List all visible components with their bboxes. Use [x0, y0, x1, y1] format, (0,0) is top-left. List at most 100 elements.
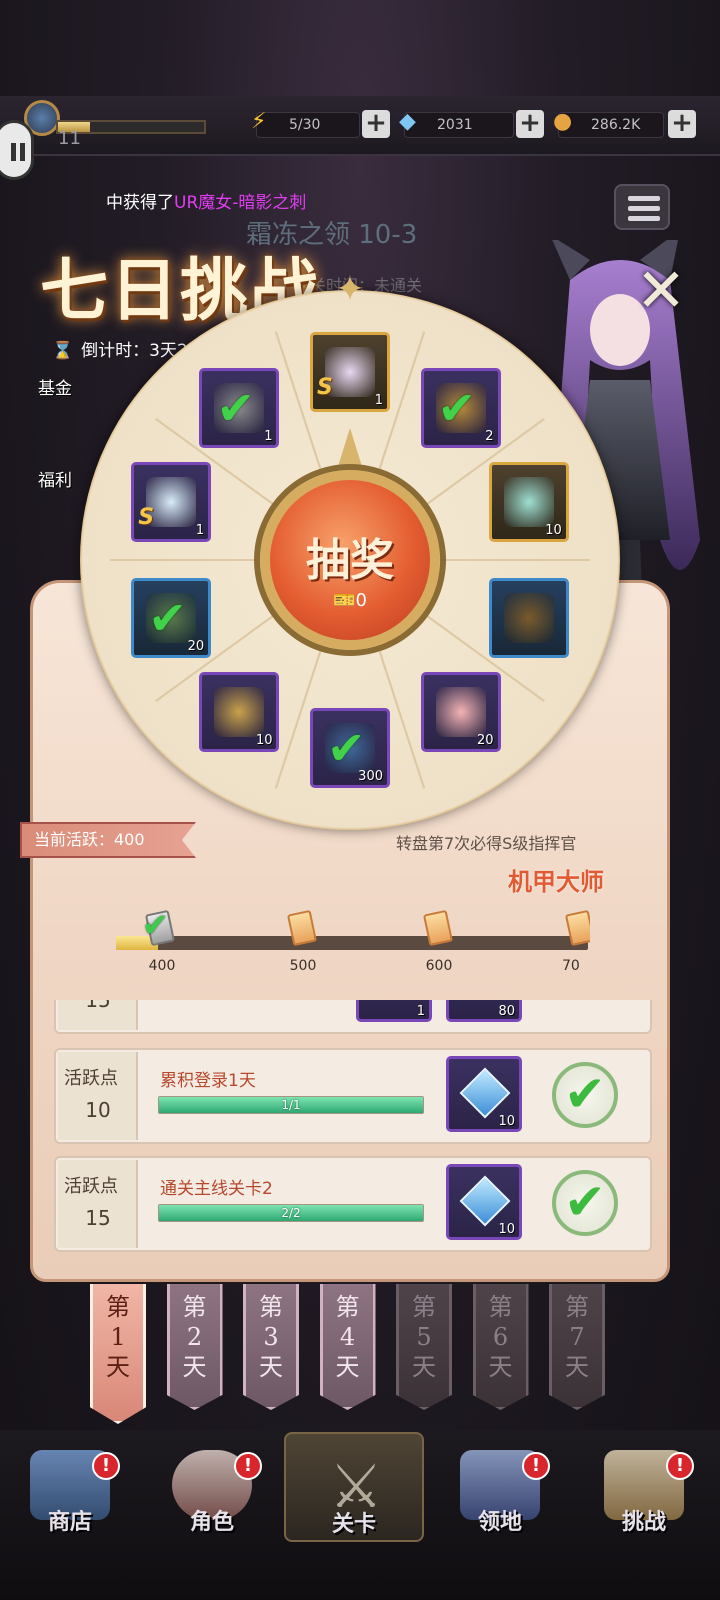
milestone-400[interactable]: ✔ — [140, 906, 180, 948]
reward-slot[interactable]: 1 — [356, 1000, 432, 1022]
task-progress-text: 1/1 — [281, 1098, 301, 1112]
day-tab-label: 第 — [106, 1293, 130, 1321]
add-energy-button[interactable]: + — [362, 110, 390, 138]
milestone-label-600: 600 — [425, 958, 453, 974]
day-tab-label: 3 — [263, 1323, 279, 1351]
day-tab-label: 天 — [412, 1353, 436, 1381]
milestone-label-500: 500 — [289, 958, 317, 974]
gold-value: 286.2K — [591, 117, 641, 133]
menu-button[interactable] — [614, 184, 670, 230]
notice-prefix: 中获得了 — [106, 193, 174, 213]
spin-button[interactable]: 抽奖 🎫0 — [260, 470, 440, 650]
task-row: 活跃点 10 累积登录1天 1/1 10 ✔ — [54, 1048, 652, 1144]
slot-qty: 1 — [195, 522, 205, 538]
day-tab-label: 天 — [182, 1353, 207, 1381]
day-tab-7[interactable]: 第7天 — [549, 1284, 605, 1410]
energy-value: 5/30 — [289, 117, 321, 133]
day-tab-label: 第 — [259, 1293, 283, 1321]
day-tab-label: 天 — [106, 1353, 130, 1381]
reward-qty: 10 — [498, 1222, 515, 1237]
check-icon: ✔ — [148, 591, 187, 646]
slot-top-right-coin[interactable]: ✔ 2 — [420, 367, 501, 448]
day-tab-label: 第 — [335, 1293, 360, 1321]
check-icon: ✔ — [437, 380, 477, 435]
day-tab-label: 4 — [339, 1323, 356, 1351]
slot-right-book[interactable] — [488, 578, 569, 659]
pause-button[interactable] — [0, 120, 34, 180]
nav-territory[interactable]: ! 领地 — [430, 1432, 570, 1542]
challenge-badge: ! — [666, 1452, 694, 1480]
ticket-icon — [564, 909, 590, 947]
slot-left-character[interactable]: S1 — [131, 461, 212, 542]
task-points: 15 — [85, 1206, 111, 1230]
add-gems-button[interactable]: + — [516, 110, 544, 138]
day-tab-3[interactable]: 第3天 — [243, 1284, 299, 1410]
nav-challenge-label: 挑战 — [621, 1510, 666, 1535]
slot-qty: 1 — [264, 428, 273, 444]
milestone-label-700: 70 — [562, 958, 580, 974]
slot-bottom-crystal[interactable]: ✔ 300 — [310, 708, 390, 788]
commander-name: 机甲大师 — [508, 868, 604, 896]
reward-item-icon — [214, 687, 265, 738]
task-points-label: 活跃点 — [64, 1068, 118, 1089]
spin-label: 抽奖 — [306, 535, 394, 586]
task-points: 10 — [85, 1098, 111, 1122]
slot-top-character[interactable]: S1 — [310, 332, 390, 412]
reward-slot[interactable]: 10 — [446, 1056, 522, 1132]
diamond-icon: ◆ — [399, 109, 416, 134]
day-tab-label: 第 — [565, 1293, 589, 1321]
check-icon: ✔ — [327, 721, 366, 775]
day-tab-label: 天 — [565, 1353, 589, 1381]
nav-shop[interactable]: ! 商店 — [0, 1432, 140, 1542]
energy-counter: ⚡ 5/30 — [251, 110, 360, 138]
day-tab-6[interactable]: 第6天 — [472, 1284, 529, 1410]
nav-shop-label: 商店 — [47, 1510, 92, 1535]
day-tab-2[interactable]: 第2天 — [166, 1284, 223, 1410]
task-list[interactable]: 15 1 80 活跃点 10 累积登录1天 1/1 10 ✔ 活跃点 15 通关… — [40, 1000, 664, 1262]
ticket-count: 🎫0 — [333, 590, 367, 611]
milestone-700[interactable] — [560, 908, 590, 948]
nav-territory-label: 领地 — [477, 1510, 522, 1535]
close-button[interactable]: ✕ — [628, 258, 694, 324]
day-tab-5[interactable]: 第5天 — [396, 1284, 452, 1410]
s-rank-badge: S — [138, 504, 155, 530]
nav-character[interactable]: ! 角色 — [142, 1432, 282, 1542]
nav-stage-label: 关卡 — [331, 1512, 376, 1537]
reward-slot[interactable]: 10 — [446, 1164, 522, 1240]
task-progress-bar: 1/1 — [158, 1096, 424, 1114]
reward-item-icon — [435, 687, 486, 738]
add-gold-button[interactable]: + — [668, 110, 696, 138]
day-tab-4[interactable]: 第4天 — [319, 1284, 376, 1410]
task-name: 累积登录1天 — [160, 1071, 256, 1091]
day-tab-label: 6 — [492, 1323, 509, 1351]
day-tab-1[interactable]: 第1天 — [90, 1284, 146, 1424]
wheel-top-ornament: ✦ — [334, 269, 366, 310]
day-tab-label: 5 — [416, 1323, 432, 1351]
slot-right-shield[interactable]: 10 — [488, 461, 569, 542]
lightning-icon: ⚡ — [251, 109, 267, 134]
reward-item-icon — [503, 476, 554, 527]
player-level: 11 — [58, 128, 81, 149]
slot-qty: 1 — [374, 393, 383, 408]
milestone-500[interactable] — [282, 908, 322, 948]
nav-challenge[interactable]: ! 挑战 — [574, 1432, 714, 1542]
ticket-icon — [422, 909, 454, 947]
slot-bottom-left-key[interactable]: 10 — [199, 672, 280, 753]
slot-top-left-ticket[interactable]: ✔ 1 — [199, 367, 280, 448]
check-icon: ✔ — [216, 380, 256, 435]
diamond-icon — [459, 1067, 511, 1119]
lottery-wheel: ✦ 抽奖 🎫0 S 1 ✔ 2 10 20 ✔ 300 10 ✔ 20 S 1 ✔ 1 — [80, 272, 620, 830]
slot-qty: 20 — [187, 639, 205, 655]
slot-left-item[interactable]: ✔ 20 — [131, 578, 212, 659]
nav-stage[interactable]: ⚔ 关卡 — [284, 1432, 424, 1542]
task-progress-text: 2/2 — [281, 1206, 301, 1220]
day-tab-label: 第 — [488, 1293, 513, 1321]
day-tab-label: 天 — [335, 1353, 360, 1381]
day-tab-label: 第 — [412, 1293, 436, 1321]
slot-qty: 300 — [358, 769, 383, 784]
reward-slot[interactable]: 80 — [446, 1000, 522, 1022]
task-points: 15 — [85, 1000, 111, 1012]
milestone-600[interactable] — [418, 908, 458, 948]
slot-bottom-right-cake[interactable]: 20 — [420, 672, 501, 753]
s-rank-badge: S — [317, 375, 333, 400]
